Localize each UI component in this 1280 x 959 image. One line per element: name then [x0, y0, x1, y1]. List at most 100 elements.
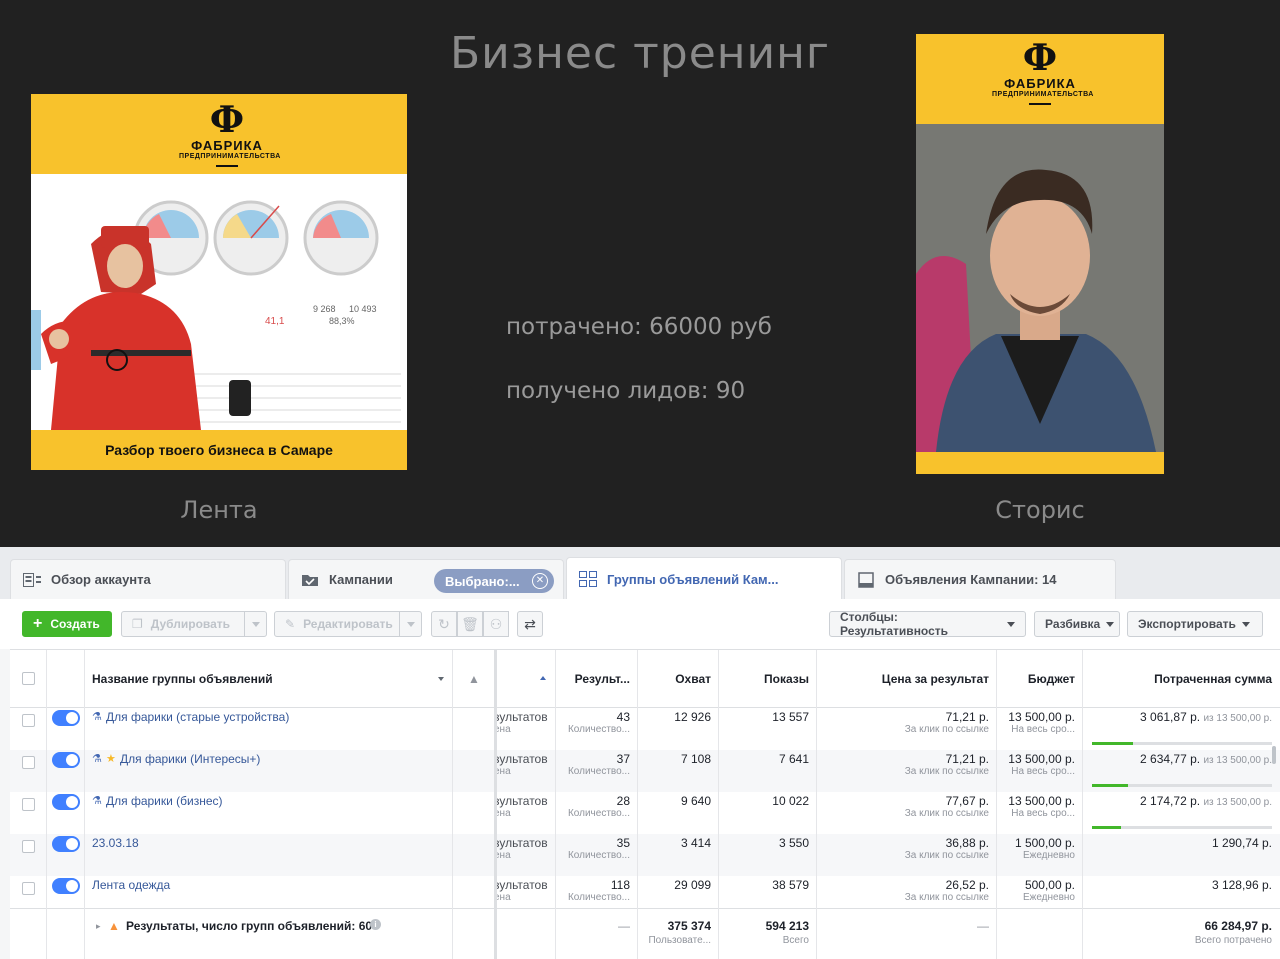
cost-per-result-sub: За клик по ссылке [904, 892, 989, 903]
stories-logo: Ф ФАБРИКА ПРЕДПРИНИМАТЕЛЬСТВА [992, 37, 1093, 105]
tab-ads[interactable]: Объявления Кампании: 14 [844, 559, 1116, 599]
column-divider [718, 650, 719, 959]
trash-icon: 🗑 [461, 615, 479, 632]
delete-button[interactable]: 🗑 [457, 611, 483, 637]
table-row[interactable]: ⚗ Для фарики (бизнес) зультатов ена 28 К… [10, 792, 1280, 834]
table-header: Название группы объявлений ▲ Результ... … [10, 650, 1280, 708]
row-checkbox[interactable] [22, 882, 35, 895]
table-row[interactable]: ⚗ Для фарики (старые устройства) зультат… [10, 708, 1280, 750]
create-button[interactable]: + Создать [22, 611, 112, 637]
brand-mark: Ф [1022, 37, 1058, 79]
row-checkbox[interactable] [22, 756, 35, 769]
ad-sets-table: Название группы объявлений ▲ Результ... … [10, 649, 1280, 959]
refresh-button[interactable]: ↻ [431, 611, 457, 637]
cost-per-result-value: 71,21 р. [945, 752, 989, 766]
row-checkbox[interactable] [22, 840, 35, 853]
budget-sub: Ежедневно [1022, 850, 1075, 861]
cost-per-result-value: 26,52 р. [945, 878, 989, 892]
feed-readout-1: 41,1 [265, 316, 285, 327]
amount-spent-value: 2 174,72 р. из 13 500,00 р. [1140, 794, 1272, 808]
column-divider [46, 650, 47, 959]
plus-icon: + [33, 615, 43, 632]
brand-subtitle: ПРЕДПРИНИМАТЕЛЬСТВА [179, 153, 281, 160]
info-icon[interactable]: i [370, 919, 381, 930]
breakdown-dropdown[interactable]: Разбивка [1034, 611, 1120, 637]
export-dropdown[interactable]: Экспортировать [1127, 611, 1263, 637]
result-type: зультатов [494, 752, 548, 766]
row-toggle[interactable] [52, 794, 80, 810]
ads-icon [857, 571, 875, 589]
spend-progress-bar [1092, 742, 1272, 745]
duplicate-dropdown-button[interactable] [245, 611, 267, 637]
tab-ad-sets[interactable]: Группы объявлений Кам... [566, 557, 842, 600]
ab-test-button[interactable]: ⚇ [483, 611, 509, 637]
warning-column-icon: ▲ [468, 672, 480, 686]
impressions-value: 7 641 [778, 752, 809, 766]
ad-set-name-link[interactable]: Лента одежда [92, 878, 170, 892]
cost-per-result-sub: За клик по ссылке [904, 808, 989, 819]
column-header-amount-spent[interactable]: Потраченная сумма [1083, 650, 1280, 708]
edit-dropdown-button[interactable] [400, 611, 422, 637]
row-toggle[interactable] [52, 878, 80, 894]
ad-set-name-link[interactable]: Для фарики (Интересы+) [120, 752, 260, 766]
sort-ascending-icon [540, 676, 546, 680]
results-sub: Количество... [567, 892, 630, 903]
row-checkbox[interactable] [22, 714, 35, 727]
spend-progress-bar [1092, 826, 1272, 829]
column-header-reach[interactable]: Охват [638, 650, 719, 708]
feed-readout-3: 10 493 [349, 304, 377, 314]
tab-label: Кампании [329, 572, 393, 587]
selected-filter-chip[interactable]: Выбрано:... ✕ [434, 569, 554, 593]
spend-progress-bar [1092, 784, 1272, 787]
account-overview-icon [23, 571, 41, 589]
table-row[interactable]: 23.03.18 зультатов ена 35 Количество... … [10, 834, 1280, 876]
feed-banner: Разбор твоего бизнеса в Самаре [31, 430, 407, 470]
columns-dropdown[interactable]: Столбцы: Результативность [829, 610, 1026, 638]
tab-bar: Обзор аккаунта Кампании Выбрано:... ✕ Гр… [0, 547, 1280, 600]
speaker-photo [916, 124, 1164, 452]
amount-spent-value: 3 061,87 р. из 13 500,00 р. [1140, 710, 1272, 724]
duplicate-button[interactable]: ❐ Дублировать [121, 611, 245, 637]
row-toggle[interactable] [52, 710, 80, 726]
warning-icon: ▲ [108, 919, 120, 933]
result-type: зультатов [494, 836, 548, 850]
expand-caret-icon[interactable]: ▸ [96, 921, 101, 932]
feed-readout-4: 88,3% [329, 316, 355, 326]
chevron-down-icon [406, 621, 415, 627]
results-value: 43 [616, 710, 630, 724]
row-toggle[interactable] [52, 752, 80, 768]
results-value: 35 [616, 836, 630, 850]
ad-set-name-link[interactable]: Для фарики (бизнес) [106, 794, 223, 808]
gauge-2 [213, 200, 289, 276]
flask-icon: ⚗ [92, 711, 102, 723]
column-header-results[interactable]: Результ... [556, 650, 638, 708]
flask-icon: ⚗ [92, 753, 102, 765]
edit-button[interactable]: ✎ Редактировать [274, 611, 400, 637]
column-header-name[interactable]: Название группы объявлений [92, 650, 452, 708]
totals-amount-spent-sub: Всего потрачено [1194, 935, 1272, 946]
results-sub: Количество... [567, 766, 630, 777]
select-all-checkbox[interactable] [22, 672, 35, 685]
spend-progress-fill [1092, 742, 1134, 745]
result-type: зультатов [494, 794, 548, 808]
row-toggle[interactable] [52, 836, 80, 852]
close-icon[interactable]: ✕ [532, 573, 548, 589]
flask-icon: ⚗ [92, 795, 102, 807]
table-scrollbar[interactable] [1272, 746, 1276, 764]
column-header-budget[interactable]: Бюджет [997, 650, 1083, 708]
budget-sub: На весь сро... [1011, 808, 1075, 819]
table-row[interactable]: ⚗ ★ Для фарики (Интересы+) зультатов ена … [10, 750, 1280, 792]
feed-logo: Ф ФАБРИКА ПРЕДПРИНИМАТЕЛЬСТВА [179, 102, 281, 167]
cost-per-result-value: 77,67 р. [945, 794, 989, 808]
column-header-impressions[interactable]: Показы [719, 650, 817, 708]
ads-manager-panel: Обзор аккаунта Кампании Выбрано:... ✕ Гр… [0, 547, 1280, 959]
column-divider [637, 650, 638, 959]
column-header-cost-per-result[interactable]: Цена за результат [817, 650, 997, 708]
tab-account-overview[interactable]: Обзор аккаунта [10, 559, 286, 599]
feed-ad-creative: Ф ФАБРИКА ПРЕДПРИНИМАТЕЛЬСТВА 41,1 9 268… [31, 94, 407, 470]
column-divider [84, 650, 85, 959]
row-checkbox[interactable] [22, 798, 35, 811]
reports-button[interactable]: ⇄ [517, 611, 543, 637]
ad-set-name-link[interactable]: 23.03.18 [92, 836, 139, 850]
ad-set-name-link[interactable]: Для фарики (старые устройства) [106, 710, 289, 724]
